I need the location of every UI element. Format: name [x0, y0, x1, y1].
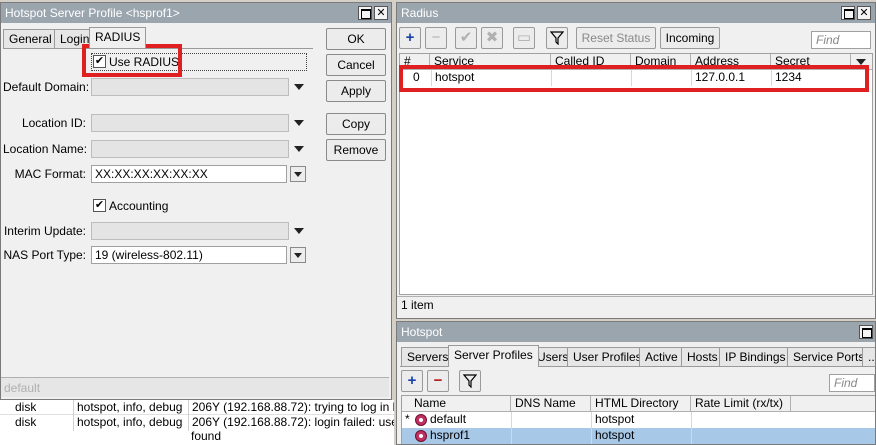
server-profiles-header: Name DNS Name HTML Directory Rate Limit …	[402, 396, 875, 412]
remove-icon[interactable]: −	[425, 27, 447, 49]
radius-window-title: Radius	[401, 6, 439, 20]
column-header-html-directory[interactable]: HTML Directory	[591, 396, 691, 412]
tab-user-profiles[interactable]: User Profiles	[567, 347, 648, 366]
profile-status-text: default	[4, 381, 41, 395]
enable-icon[interactable]: ✔	[455, 27, 477, 49]
highlight-use-radius	[82, 44, 182, 77]
profile-icon	[415, 430, 427, 442]
tab-radius[interactable]: RADIUS	[89, 27, 147, 48]
tab-more[interactable]: ...	[862, 347, 875, 366]
log-row[interactable]: disk hotspot, info, debug 206Y (192.168.…	[0, 415, 394, 445]
accounting-label: Accounting	[109, 199, 169, 213]
column-header-dns-name[interactable]: DNS Name	[511, 396, 591, 412]
reset-status-button[interactable]: Reset Status	[576, 27, 656, 49]
profile-rate-limit	[691, 428, 791, 444]
default-domain-field[interactable]	[91, 78, 289, 96]
maximize-icon[interactable]	[859, 325, 873, 339]
search-input[interactable]: Find	[811, 31, 871, 49]
column-header-rate-limit[interactable]: Rate Limit (rx/tx)	[691, 396, 791, 412]
tab-general[interactable]: General	[3, 29, 58, 48]
ok-button[interactable]: OK	[326, 28, 386, 50]
profile-status-bar: default	[1, 377, 389, 397]
cancel-button[interactable]: Cancel	[326, 54, 386, 76]
chevron-down-icon[interactable]	[294, 228, 304, 234]
mac-format-field[interactable]: XX:XX:XX:XX:XX:XX	[91, 165, 287, 183]
profile-html-directory: hotspot	[591, 428, 691, 444]
radius-status-bar: 1 item	[397, 296, 875, 314]
close-icon[interactable]: ✕	[857, 6, 871, 20]
radius-window-titlebar[interactable]: Radius ✕	[397, 3, 875, 23]
hotspot-window-titlebar[interactable]: Hotspot	[397, 322, 875, 342]
interim-update-label: Interim Update:	[3, 224, 86, 238]
location-name-label: Location Name:	[3, 142, 88, 156]
remove-icon[interactable]: −	[427, 370, 449, 392]
add-icon[interactable]: +	[401, 370, 423, 392]
close-icon[interactable]: ✕	[374, 6, 388, 20]
profile-name: default	[430, 412, 467, 426]
radius-item-count: 1 item	[401, 298, 434, 312]
tab-hosts[interactable]: Hosts	[681, 347, 724, 366]
chevron-down-icon[interactable]	[294, 84, 304, 90]
profile-dns-name	[511, 412, 591, 428]
nas-port-type-dropdown-button[interactable]	[290, 247, 306, 263]
location-id-field[interactable]	[91, 114, 289, 132]
profile-dns-name	[511, 428, 591, 444]
profile-icon	[415, 414, 427, 426]
table-row[interactable]: * default hotspot	[402, 412, 875, 428]
maximize-icon[interactable]	[841, 6, 855, 20]
mac-format-label: MAC Format:	[14, 167, 86, 181]
nas-port-type-label: NAS Port Type:	[3, 248, 86, 262]
column-header-name[interactable]: Name	[410, 396, 511, 412]
log-topics: hotspot, info, debug	[73, 415, 189, 431]
location-name-field[interactable]	[91, 140, 289, 158]
tab-ip-bindings[interactable]: IP Bindings	[719, 347, 792, 366]
profile-name: hsprof1	[430, 428, 471, 442]
disable-icon[interactable]: ✖	[481, 27, 503, 49]
table-row[interactable]: hsprof1 hotspot	[402, 428, 875, 444]
log-topic: disk	[15, 400, 37, 414]
tab-server-profiles[interactable]: Server Profiles	[448, 345, 539, 367]
radius-window: Radius ✕ + − ✔ ✖ ▭ Reset Status Incoming…	[396, 2, 876, 319]
log-topics: hotspot, info, debug	[73, 400, 189, 416]
maximize-icon[interactable]	[358, 6, 372, 20]
profile-window-titlebar[interactable]: Hotspot Server Profile <hsprof1> ✕	[1, 3, 391, 23]
tab-servers[interactable]: Servers	[401, 347, 455, 366]
default-marker	[402, 428, 412, 444]
accounting-checkbox[interactable]: ✔	[93, 199, 106, 212]
search-input[interactable]: Find	[829, 374, 875, 392]
apply-button[interactable]: Apply	[326, 80, 386, 102]
tab-active[interactable]: Active	[639, 347, 684, 366]
default-domain-label: Default Domain:	[3, 80, 90, 94]
default-marker: *	[405, 412, 410, 426]
filter-icon[interactable]	[546, 27, 568, 49]
server-profiles-table: Name DNS Name HTML Directory Rate Limit …	[401, 395, 875, 444]
location-id-label: Location ID:	[21, 116, 86, 130]
log-row[interactable]: disk hotspot, info, debug 206Y (192.168.…	[0, 400, 394, 416]
profile-rate-limit	[691, 412, 791, 428]
incoming-button[interactable]: Incoming	[660, 27, 720, 49]
log-message-continued: found	[191, 429, 222, 443]
profile-window-title: Hotspot Server Profile <hsprof1>	[5, 6, 180, 20]
mac-format-dropdown-button[interactable]	[290, 166, 306, 182]
hotspot-window-title: Hotspot	[401, 325, 443, 339]
chevron-down-icon[interactable]	[294, 120, 304, 126]
log-message: 206Y (192.168.88.72): trying to log in b…	[188, 400, 394, 416]
filter-icon[interactable]	[459, 370, 481, 392]
add-icon[interactable]: +	[399, 27, 421, 49]
chevron-down-icon[interactable]	[294, 146, 304, 152]
nas-port-type-field[interactable]: 19 (wireless-802.11)	[91, 246, 287, 264]
interim-update-field[interactable]	[91, 222, 289, 240]
log-topic: disk	[15, 415, 37, 429]
tab-service-ports[interactable]: Service Ports	[787, 347, 871, 366]
profile-window: Hotspot Server Profile <hsprof1> ✕ Gener…	[0, 2, 392, 400]
log-list: disk hotspot, info, debug 206Y (192.168.…	[0, 400, 394, 445]
hotspot-tabs: Servers Server Profiles Users User Profi…	[400, 345, 875, 367]
highlight-radius-row	[399, 65, 869, 92]
copy-button[interactable]: Copy	[326, 113, 386, 135]
profile-html-directory: hotspot	[591, 412, 691, 428]
hotspot-window: Hotspot Servers Server Profiles Users Us…	[396, 321, 876, 445]
remove-button[interactable]: Remove	[326, 139, 386, 161]
comment-icon[interactable]: ▭	[513, 27, 535, 49]
